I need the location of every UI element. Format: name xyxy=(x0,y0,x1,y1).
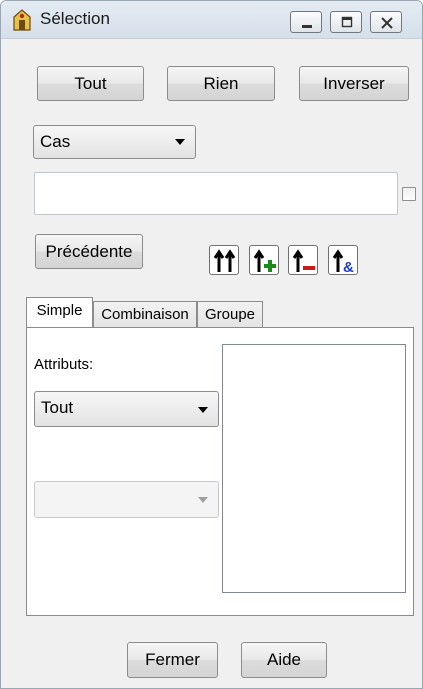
add-up-button[interactable] xyxy=(249,245,279,275)
chevron-down-icon xyxy=(198,497,208,503)
tab-combinaison[interactable]: Combinaison xyxy=(93,301,197,328)
remove-up-icon xyxy=(292,249,315,272)
tab-groupe[interactable]: Groupe xyxy=(197,301,263,328)
value-combo[interactable] xyxy=(34,481,219,518)
minimize-button[interactable] xyxy=(290,11,322,33)
attributes-label: Attributs: xyxy=(34,356,94,373)
values-listbox[interactable] xyxy=(222,344,406,593)
previous-button[interactable]: Précédente xyxy=(35,234,143,269)
close-dialog-button[interactable]: Fermer xyxy=(127,642,218,678)
chevron-down-icon xyxy=(198,407,208,413)
maximize-icon xyxy=(341,16,353,28)
and-up-button[interactable]: & xyxy=(328,245,358,276)
attributes-combo-value: Tout xyxy=(41,398,74,417)
case-combo[interactable]: Cas xyxy=(33,125,196,159)
move-all-up-button[interactable] xyxy=(209,245,239,275)
expression-input[interactable] xyxy=(34,172,398,215)
close-icon xyxy=(381,17,393,29)
close-button[interactable] xyxy=(370,11,402,33)
remove-up-button[interactable] xyxy=(288,245,318,275)
select-none-button[interactable]: Rien xyxy=(167,66,275,101)
case-combo-value: Cas xyxy=(40,132,71,151)
chevron-down-icon xyxy=(175,139,185,145)
minimize-icon xyxy=(302,25,312,28)
svg-text:&: & xyxy=(343,259,354,276)
expression-checkbox[interactable] xyxy=(402,187,416,201)
add-up-icon xyxy=(253,249,276,272)
select-all-button[interactable]: Tout xyxy=(37,66,144,101)
app-icon xyxy=(11,8,33,32)
move-all-up-icon xyxy=(213,249,236,272)
attributes-combo[interactable]: Tout xyxy=(34,391,219,427)
invert-selection-button[interactable]: Inverser xyxy=(299,66,409,101)
and-up-icon: & xyxy=(332,249,354,276)
window-title: Sélection xyxy=(40,9,110,28)
help-button[interactable]: Aide xyxy=(241,642,327,678)
tab-simple[interactable]: Simple xyxy=(26,297,93,327)
maximize-button[interactable] xyxy=(330,11,362,33)
